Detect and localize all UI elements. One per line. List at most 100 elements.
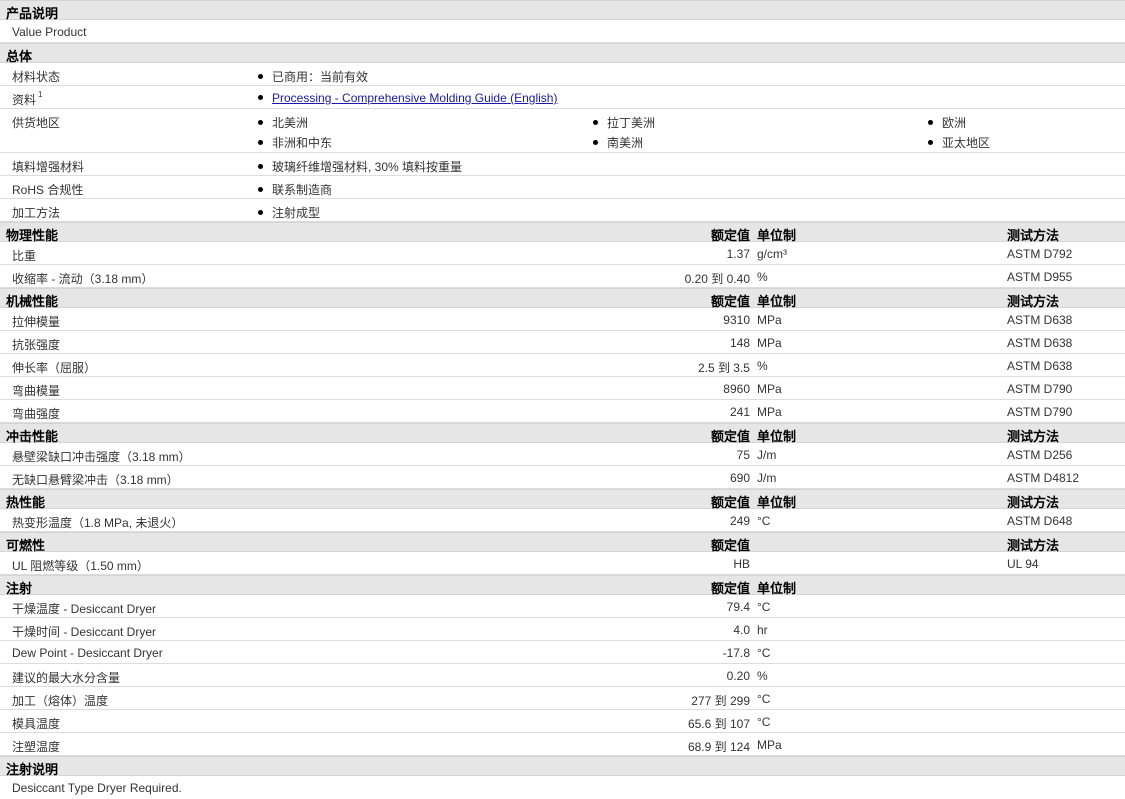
property-value: 277 到 299 bbox=[691, 694, 750, 708]
property-label: Dew Point - Desiccant Dryer bbox=[12, 646, 163, 660]
general-row: RoHS 合规性 联系制造商 bbox=[0, 176, 1125, 199]
property-unit: MPa bbox=[757, 382, 782, 396]
property-unit: °C bbox=[757, 715, 771, 729]
property-value: 0.20 到 0.40 bbox=[684, 272, 750, 286]
property-unit: °C bbox=[757, 514, 771, 528]
property-value: 68.9 到 124 bbox=[687, 740, 750, 754]
property-unit: hr bbox=[757, 623, 768, 637]
general-row: 填料增强材料 玻璃纤维增强材料, 30% 填料按重量 bbox=[0, 153, 1125, 176]
property-value: 9310 bbox=[723, 313, 750, 327]
bullet-item: 已商用：当前有效 bbox=[258, 68, 368, 85]
property-unit: J/m bbox=[757, 471, 777, 485]
property-label: 热变形温度（1.8 MPa, 未退火） bbox=[12, 516, 184, 530]
property-label: 收缩率 - 流动（3.18 mm） bbox=[12, 272, 154, 286]
row-label: 供货地区 bbox=[12, 116, 61, 130]
section-header-thermal: 热性能 额定值 单位制 测试方法 bbox=[0, 489, 1125, 510]
property-unit: % bbox=[757, 669, 768, 683]
property-method: UL 94 bbox=[1007, 557, 1039, 571]
row-label: RoHS 合规性 bbox=[12, 183, 84, 197]
property-value: 1.37 bbox=[726, 247, 750, 261]
property-row: UL 阻燃等级（1.50 mm） HB UL 94 bbox=[0, 552, 1125, 575]
general-row: 供货地区 北美洲 拉丁美洲 欧洲 非洲和中东 南美洲 亚太地区 bbox=[0, 109, 1125, 153]
bullet-item: 非洲和中东 bbox=[258, 134, 332, 151]
property-value: 79.4 bbox=[726, 600, 750, 614]
property-value: 241 bbox=[729, 405, 750, 419]
property-label: UL 阻燃等级（1.50 mm） bbox=[12, 559, 149, 573]
property-unit: MPa bbox=[757, 336, 782, 350]
property-value: 0.20 bbox=[726, 669, 750, 683]
property-value: 249 bbox=[729, 514, 750, 528]
bullet-item: 南美洲 bbox=[593, 134, 643, 151]
row-label: 填料增强材料 bbox=[12, 160, 85, 174]
bullet-icon bbox=[258, 164, 263, 169]
property-unit: MPa bbox=[757, 738, 782, 752]
property-value: 4.0 bbox=[733, 623, 750, 637]
property-value: 65.6 到 107 bbox=[687, 717, 750, 731]
bullet-item: 亚太地区 bbox=[928, 134, 990, 151]
general-row: 材料状态 已商用：当前有效 bbox=[0, 63, 1125, 86]
property-row: 比重 1.37 g/cm³ ASTM D792 bbox=[0, 242, 1125, 265]
bullet-item: 北美洲 bbox=[258, 114, 308, 131]
property-label: 干燥时间 - Desiccant Dryer bbox=[12, 625, 157, 639]
property-label: 模具温度 bbox=[12, 717, 61, 731]
property-row: 干燥时间 - Desiccant Dryer 4.0 hr bbox=[0, 618, 1125, 641]
property-method: ASTM D4812 bbox=[1007, 471, 1080, 485]
property-label: 建议的最大水分含量 bbox=[12, 671, 121, 685]
general-row: 加工方法 注射成型 bbox=[0, 199, 1125, 222]
property-unit: % bbox=[757, 359, 768, 373]
property-row: 注塑温度 68.9 到 124 MPa bbox=[0, 733, 1125, 756]
section-header-mechanical: 机械性能 额定值 单位制 测试方法 bbox=[0, 288, 1125, 309]
bullet-icon bbox=[258, 140, 263, 145]
property-value: HB bbox=[733, 557, 750, 571]
property-unit: MPa bbox=[757, 313, 782, 327]
property-method: ASTM D790 bbox=[1007, 382, 1073, 396]
property-label: 弯曲强度 bbox=[12, 407, 61, 421]
property-value: -17.8 bbox=[722, 646, 750, 660]
bullet-item: Processing - Comprehensive Molding Guide… bbox=[258, 91, 557, 105]
property-label: 注塑温度 bbox=[12, 740, 61, 754]
property-unit: J/m bbox=[757, 448, 777, 462]
section-header-injection-notes: 注射说明 bbox=[0, 756, 1125, 777]
property-row: Dew Point - Desiccant Dryer -17.8 °C bbox=[0, 641, 1125, 664]
property-row: 建议的最大水分含量 0.20 % bbox=[0, 664, 1125, 687]
property-label: 比重 bbox=[12, 249, 37, 263]
property-label: 无缺口悬臂梁冲击（3.18 mm） bbox=[12, 473, 179, 487]
property-label: 拉伸模量 bbox=[12, 315, 61, 329]
bullet-icon bbox=[593, 120, 598, 125]
section-header-product-desc: 产品说明 bbox=[0, 0, 1125, 21]
bullet-icon bbox=[258, 210, 263, 215]
property-row: 悬壁梁缺口冲击强度（3.18 mm） 75 J/m ASTM D256 bbox=[0, 443, 1125, 466]
bullet-icon bbox=[258, 74, 263, 79]
property-value: 690 bbox=[729, 471, 750, 485]
section-header-general: 总体 bbox=[0, 43, 1125, 64]
injection-notes-text: Desiccant Type Dryer Required. bbox=[12, 781, 182, 795]
property-row: 模具温度 65.6 到 107 °C bbox=[0, 710, 1125, 733]
property-value: 75 bbox=[736, 448, 750, 462]
section-header-impact: 冲击性能 额定值 单位制 测试方法 bbox=[0, 423, 1125, 444]
bullet-icon bbox=[258, 187, 263, 192]
bullet-item: 玻璃纤维增强材料, 30% 填料按重量 bbox=[258, 158, 462, 175]
property-row: 弯曲强度 241 MPa ASTM D790 bbox=[0, 400, 1125, 423]
section-header-physical: 物理性能 额定值 单位制 测试方法 bbox=[0, 222, 1125, 243]
property-label: 抗张强度 bbox=[12, 338, 61, 352]
product-desc-row: Value Product bbox=[0, 20, 1125, 43]
property-label: 悬壁梁缺口冲击强度（3.18 mm） bbox=[12, 450, 191, 464]
property-method: ASTM D792 bbox=[1007, 247, 1073, 261]
property-row: 收缩率 - 流动（3.18 mm） 0.20 到 0.40 % ASTM D95… bbox=[0, 265, 1125, 288]
property-unit: g/cm³ bbox=[757, 247, 787, 261]
bullet-item: 联系制造商 bbox=[258, 181, 332, 198]
property-unit: °C bbox=[757, 646, 771, 660]
property-unit: % bbox=[757, 270, 768, 284]
property-unit: MPa bbox=[757, 405, 782, 419]
property-method: ASTM D256 bbox=[1007, 448, 1073, 462]
property-row: 弯曲模量 8960 MPa ASTM D790 bbox=[0, 377, 1125, 400]
bullet-item: 注射成型 bbox=[258, 204, 320, 221]
document-link[interactable]: Processing - Comprehensive Molding Guide… bbox=[272, 91, 557, 105]
property-method: ASTM D638 bbox=[1007, 359, 1073, 373]
bullet-item: 欧洲 bbox=[928, 114, 966, 131]
property-unit: °C bbox=[757, 692, 771, 706]
property-label: 加工（熔体）温度 bbox=[12, 694, 109, 708]
bullet-icon bbox=[593, 140, 598, 145]
property-value: 148 bbox=[729, 336, 750, 350]
property-method: ASTM D648 bbox=[1007, 514, 1073, 528]
